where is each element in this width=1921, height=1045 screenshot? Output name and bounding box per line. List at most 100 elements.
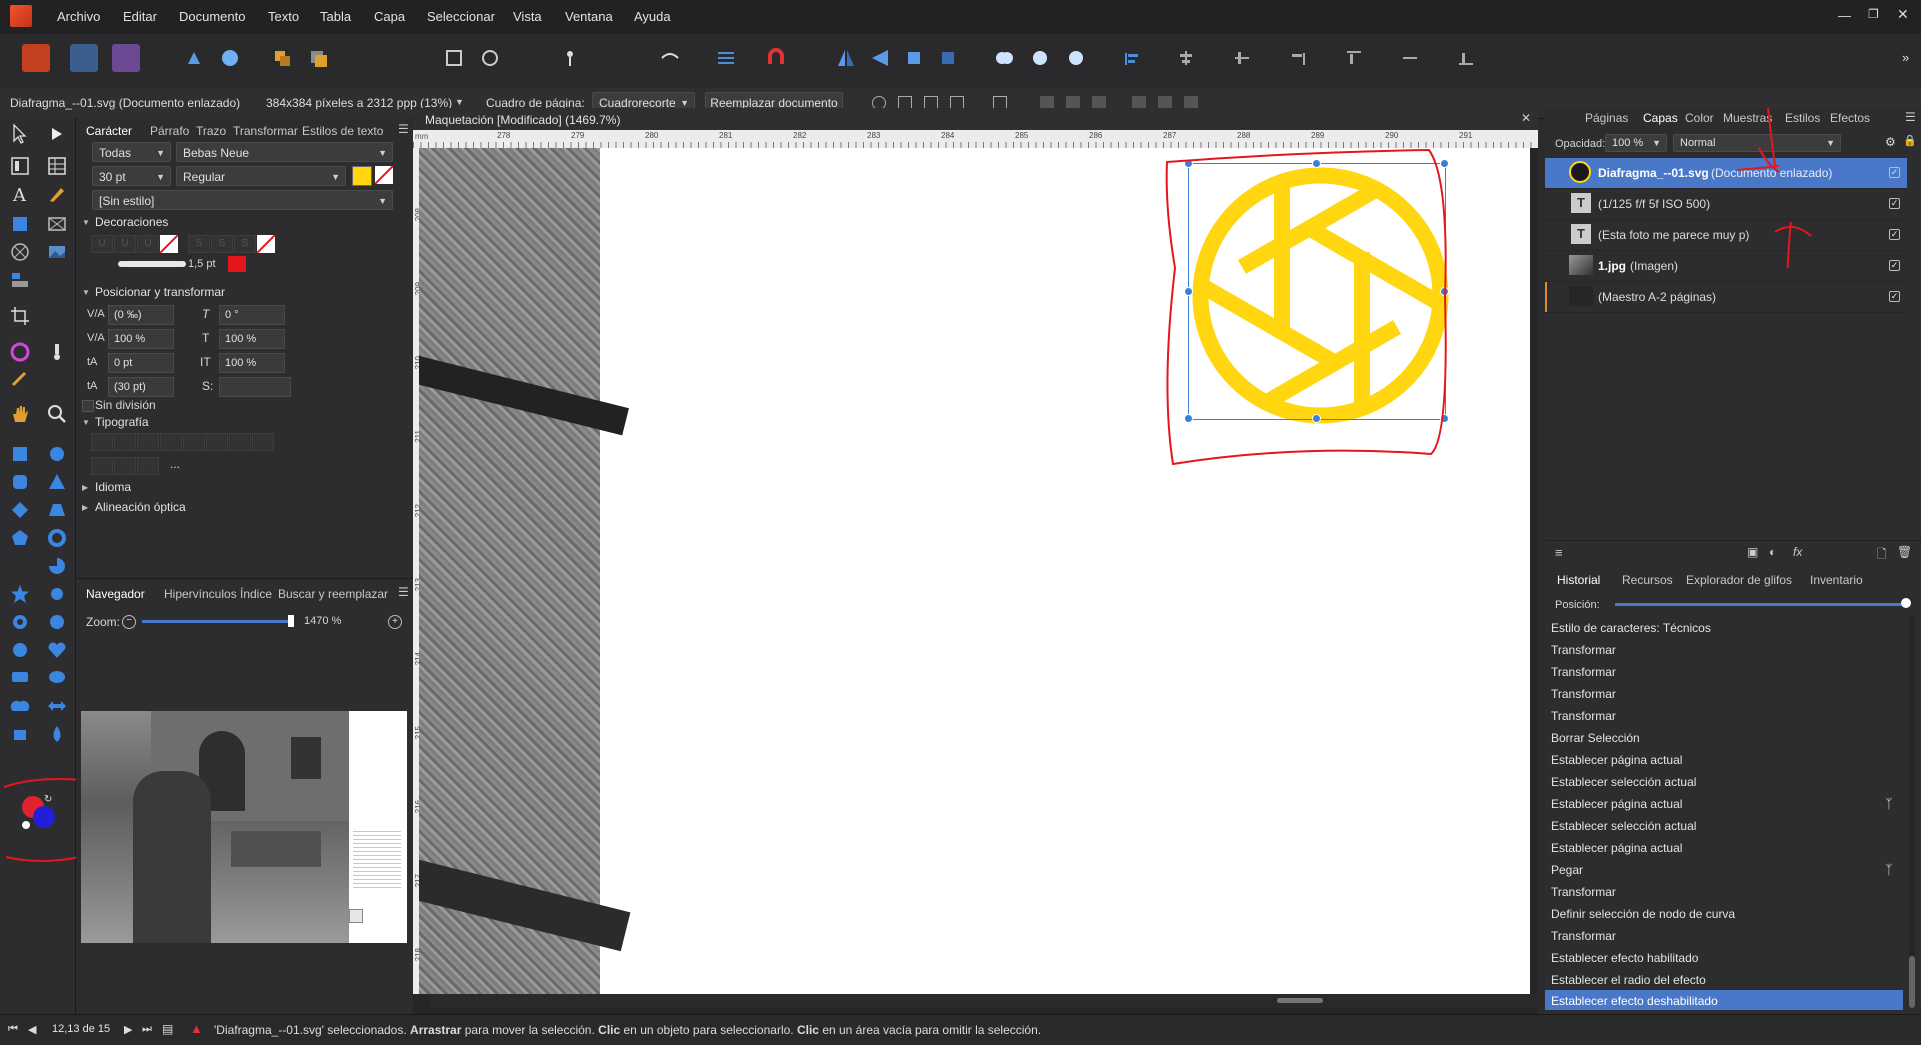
zoom-out-icon[interactable]: − <box>122 615 136 629</box>
history-item[interactable]: Establecer página actual <box>1551 753 1682 767</box>
typo-8-icon[interactable] <box>252 433 274 451</box>
lock-icon[interactable]: 🔒 <box>1903 134 1917 147</box>
close-icon[interactable]: ✕ <box>1897 6 1909 23</box>
panel-menu-icon[interactable]: ☰ <box>1905 110 1916 124</box>
history-item[interactable]: Establecer el radio del efecto <box>1551 973 1706 987</box>
shear-field[interactable]: 0 ° <box>219 305 285 325</box>
menu-tabla[interactable]: Tabla <box>320 9 351 24</box>
underline-1-icon[interactable]: U <box>91 235 113 253</box>
history-item[interactable]: Establecer efecto habilitado <box>1551 951 1698 965</box>
menu-archivo[interactable]: Archivo <box>57 9 100 24</box>
export-icon[interactable] <box>216 44 244 72</box>
mask-icon[interactable]: ▣ <box>1747 545 1758 559</box>
node-tool-icon[interactable] <box>45 122 69 146</box>
typo-4-icon[interactable] <box>160 433 182 451</box>
history-item[interactable]: Establecer página actual <box>1551 841 1682 855</box>
text-style-select[interactable]: [Sin estilo] ▼ <box>92 190 393 210</box>
stroke-width-slider[interactable] <box>118 261 186 267</box>
expand-icon[interactable]: ▶ <box>82 503 88 512</box>
flip-vertical-icon[interactable] <box>866 44 894 72</box>
prev-page-icon[interactable]: ◀ <box>28 1023 36 1036</box>
next-page-icon[interactable]: ▶ <box>124 1023 132 1036</box>
picture-frame-tool-icon[interactable] <box>45 212 69 236</box>
tab-explorador-de-glifos[interactable]: Explorador de glifos <box>1686 573 1792 587</box>
pin-icon[interactable] <box>556 44 584 72</box>
tab-paginas[interactable]: Páginas <box>1585 111 1628 125</box>
hscale-field[interactable]: 100 % <box>219 353 285 373</box>
diamond-tool-icon[interactable] <box>8 498 32 522</box>
delete-layer-icon[interactable]: 🗑 <box>1897 545 1912 559</box>
strike-1-icon[interactable]: S <box>188 235 210 253</box>
tab-indice[interactable]: Índice <box>240 587 272 601</box>
triangle-tool-icon[interactable] <box>45 470 69 494</box>
layer-settings-gear-icon[interactable]: ⚙ <box>1885 135 1896 149</box>
rotate-left-icon[interactable] <box>900 44 928 72</box>
zoomed-photo[interactable] <box>419 148 631 994</box>
cog-tool-icon[interactable] <box>45 610 69 634</box>
fx-icon[interactable]: fx <box>1793 545 1802 559</box>
rectangle-tool-icon[interactable] <box>8 442 32 466</box>
history-scroll-thumb[interactable] <box>1909 956 1915 1008</box>
arrange-front-icon[interactable] <box>304 44 332 72</box>
crescent-tool-icon[interactable] <box>8 554 32 578</box>
vertical-scale-field[interactable]: 100 % <box>219 329 285 349</box>
tab-recursos[interactable]: Recursos <box>1622 573 1673 587</box>
layers-stack-icon[interactable]: ≡ <box>1555 545 1563 560</box>
spread-view-icon[interactable]: ▤ <box>162 1022 173 1036</box>
tab-hipervinculos[interactable]: Hipervínculos <box>164 587 237 601</box>
cat-tool-icon[interactable] <box>8 722 32 746</box>
font-collection-select[interactable]: Todas ▼ <box>92 142 171 162</box>
document-close-icon[interactable]: ✕ <box>1521 111 1531 125</box>
rectangle-frame-tool-icon[interactable] <box>8 212 32 236</box>
page-canvas[interactable] <box>419 148 1530 994</box>
layer-visible-checkbox[interactable]: ✓ <box>1889 229 1900 240</box>
share-icon[interactable] <box>180 44 208 72</box>
history-item[interactable]: Transformar <box>1551 643 1616 657</box>
history-item[interactable]: Transformar <box>1551 709 1616 723</box>
callout-ellipse-tool-icon[interactable] <box>45 666 69 690</box>
layer-row[interactable]: (Maestro A-2 páginas) ✓ <box>1545 282 1907 313</box>
menu-editar[interactable]: Editar <box>123 9 157 24</box>
boolean-subtract-icon[interactable] <box>1026 44 1054 72</box>
typo-11-icon[interactable] <box>137 457 159 475</box>
tab-buscar-y-reemplazar[interactable]: Buscar y reemplazar <box>278 587 388 601</box>
collapse-icon[interactable]: ▼ <box>82 288 90 297</box>
frame-text-icon[interactable] <box>440 44 468 72</box>
pie-tool-icon[interactable] <box>45 554 69 578</box>
fill-tool-icon[interactable] <box>45 340 69 364</box>
ruler-top[interactable]: mm 278 279 280 281 282 283 284 285 286 2… <box>413 130 1538 148</box>
no-break-checkbox[interactable] <box>82 400 94 412</box>
flower-tool-icon[interactable] <box>8 638 32 662</box>
history-item[interactable]: Estilo de caracteres: Técnicos <box>1551 621 1711 635</box>
text-stroke-none-swatch[interactable] <box>375 166 393 184</box>
history-item[interactable]: Establecer selección actual <box>1551 775 1696 789</box>
crop-tool-icon[interactable] <box>8 304 32 328</box>
page-indicator[interactable]: 12,13 de 15 <box>52 1023 110 1035</box>
more-typography-button[interactable]: ... <box>170 457 180 471</box>
zoom-tool-icon[interactable] <box>45 402 69 426</box>
panel-menu-icon[interactable]: ☰ <box>398 122 409 136</box>
ellipse-frame-tool-icon[interactable] <box>8 240 32 264</box>
menu-ayuda[interactable]: Ayuda <box>634 9 671 24</box>
menu-capa[interactable]: Capa <box>374 9 405 24</box>
layer-visible-checkbox[interactable]: ✓ <box>1889 260 1900 271</box>
menu-vista[interactable]: Vista <box>513 9 542 24</box>
typo-5-icon[interactable] <box>183 433 205 451</box>
navigator-preview[interactable] <box>81 711 407 943</box>
artistic-text-tool-icon[interactable]: A <box>8 182 32 206</box>
text-frame-tool-icon[interactable] <box>8 154 32 178</box>
zoom-slider[interactable] <box>142 620 292 623</box>
new-layer-icon[interactable]: 🗋 <box>1877 545 1887 566</box>
preflight-icon[interactable] <box>656 44 684 72</box>
align-middle-icon[interactable] <box>1228 44 1256 72</box>
minimize-icon[interactable]: — <box>1838 8 1851 23</box>
typo-6-icon[interactable] <box>206 433 228 451</box>
move-tool-icon[interactable] <box>8 122 32 146</box>
frame-picture-icon[interactable] <box>476 44 504 72</box>
layer-visible-checkbox[interactable]: ✓ <box>1889 291 1900 302</box>
tab-navegador[interactable]: Navegador <box>86 587 145 601</box>
history-item[interactable]: Transformar <box>1551 687 1616 701</box>
rotate-right-icon[interactable] <box>934 44 962 72</box>
heart-tool-icon[interactable] <box>45 638 69 662</box>
underline-color-none-swatch[interactable] <box>159 234 179 254</box>
